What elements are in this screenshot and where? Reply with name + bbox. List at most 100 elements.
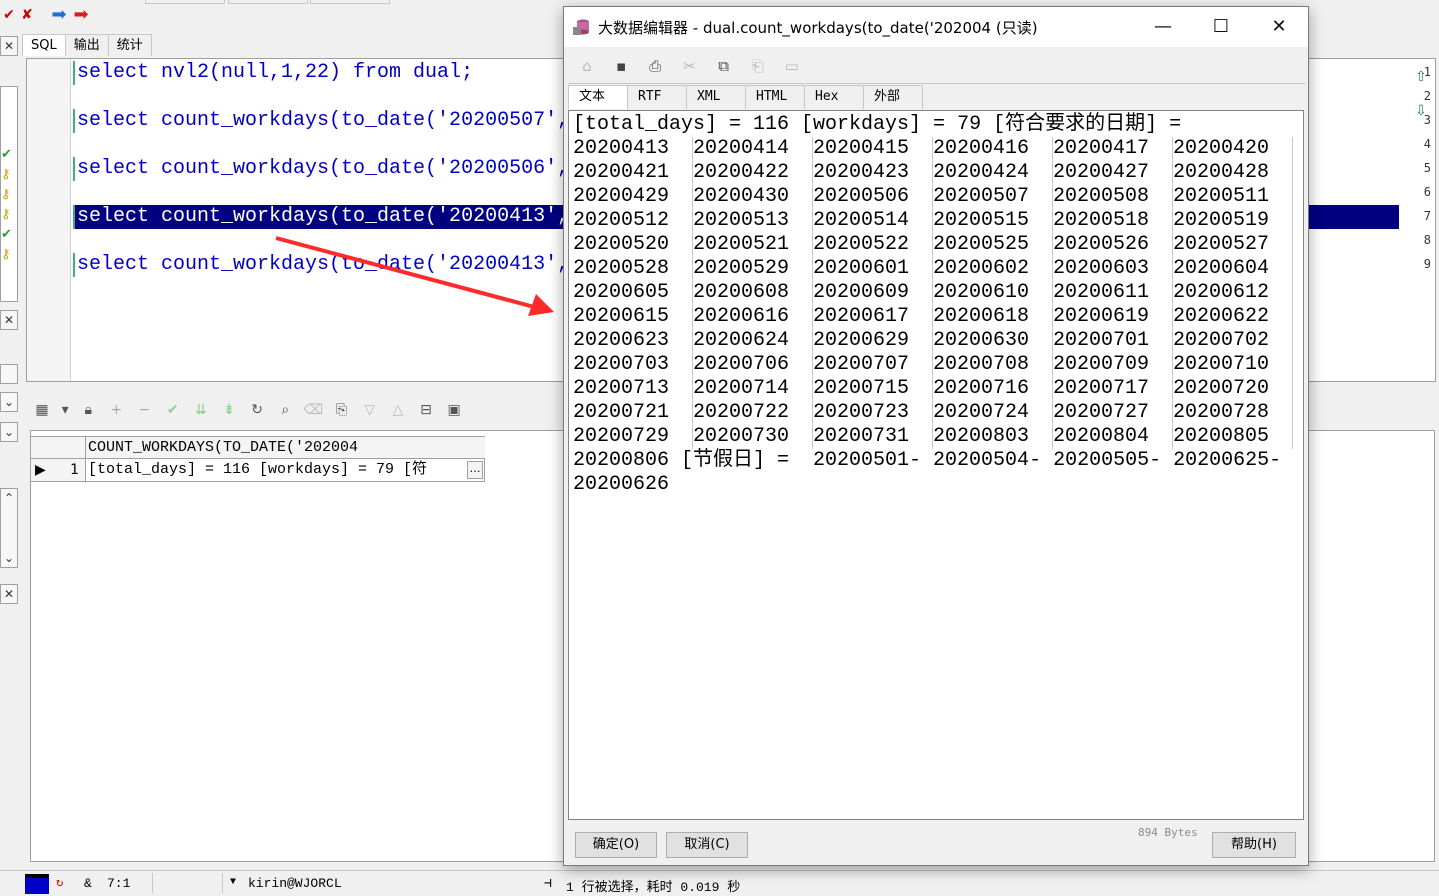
date-cell: 20200727	[1053, 401, 1173, 425]
table-cell[interactable]: [total_days] = 116 [workdays] = 79 [符	[85, 459, 485, 481]
arrow-down-icon[interactable]: ⇩	[1412, 102, 1430, 120]
date-cell: 20200612	[1173, 281, 1293, 305]
close-button[interactable]: ✕	[1250, 7, 1308, 47]
panel-button[interactable]	[0, 364, 18, 384]
date-cell: 20200720	[1173, 377, 1293, 401]
date-cell: 20200803	[933, 425, 1053, 449]
minimize-button[interactable]: —	[1134, 7, 1192, 47]
print-icon[interactable]: ⎙	[640, 53, 670, 79]
date-row: 20200615 20200616 20200617 20200618 20200619…	[573, 305, 1299, 329]
dialog-toolbar: ⌂ ▪ ⎙ ✂ ⧉ ⎗ ▭	[572, 53, 1302, 81]
check-icon[interactable]: ✔	[161, 398, 185, 422]
plus-icon[interactable]: +	[104, 398, 128, 422]
fetch-all-icon[interactable]: ⇟	[217, 398, 241, 422]
date-cell: 20200427	[1053, 161, 1173, 185]
text-line: 20200626	[573, 473, 670, 496]
fetch-next-icon[interactable]: ⇊	[189, 398, 213, 422]
chevron-down-icon[interactable]: ⌄	[4, 549, 14, 567]
date-cell: 20200713	[573, 377, 693, 401]
clear-icon[interactable]: ▭	[777, 53, 807, 79]
check-icon: ✔	[1, 227, 12, 242]
chevron-down-icon[interactable]: ⌄	[0, 392, 18, 412]
connection-dropdown-icon[interactable]: ▼	[230, 877, 236, 888]
date-cell: 20200723	[813, 401, 933, 425]
tab-stats[interactable]: 统计	[107, 34, 152, 56]
tab-text[interactable]: 文本	[568, 85, 628, 109]
row-indicator[interactable]: ▶ 1	[31, 459, 85, 481]
line-number: 4	[1423, 137, 1431, 151]
date-cell: 20200729	[573, 425, 693, 449]
export-icon[interactable]: ⎘	[330, 398, 354, 422]
chevron-down-icon[interactable]: ▾	[58, 398, 72, 422]
back-icon[interactable]: ➡	[72, 6, 90, 24]
paste-icon[interactable]: ⎗	[743, 53, 773, 79]
cancel-button[interactable]: 取消(C)	[666, 832, 748, 858]
minus-icon[interactable]: −	[133, 398, 157, 422]
cell-expand-button[interactable]: …	[467, 461, 483, 479]
close-icon[interactable]: ✕	[0, 584, 18, 604]
tab-xml[interactable]: XML	[686, 85, 746, 109]
close-icon[interactable]: ✕	[0, 36, 18, 56]
date-cell: 20200421	[573, 161, 693, 185]
dialog-tabs: 文本 RTF XML HTML Hex 外部	[568, 85, 923, 109]
status-bar: ↻ & 7:1 ▼ kirin@WJORCL ⊣ 1 行被选择，耗时 0.019…	[0, 870, 1439, 896]
cut-icon[interactable]: ✂	[674, 53, 704, 79]
results-grid[interactable]: COUNT_WORKDAYS(TO_DATE('202004 ▶ 1 [tota…	[30, 436, 485, 482]
triangle-down-icon[interactable]: ▽	[358, 398, 382, 422]
change-marker	[73, 157, 75, 181]
date-cell: 20200520	[573, 233, 693, 257]
chevron-down-icon[interactable]: ⌄	[0, 422, 18, 442]
close-icon[interactable]: ✕	[0, 310, 18, 330]
date-cell: 20200413	[573, 137, 693, 161]
copy-icon[interactable]: ⧉	[709, 53, 739, 79]
stop-icon[interactable]: ✘	[18, 6, 36, 24]
save-icon[interactable]: ▪	[606, 53, 636, 79]
forward-icon[interactable]: ➡	[50, 6, 68, 24]
chevron-up-icon[interactable]: ⌃	[4, 489, 14, 507]
help-button[interactable]: 帮助(H)	[1212, 832, 1296, 858]
column-header[interactable]: COUNT_WORKDAYS(TO_DATE('202004	[85, 437, 485, 459]
clear-icon[interactable]: ⌫	[301, 398, 325, 422]
tab-rtf[interactable]: RTF	[627, 85, 687, 109]
key-icon: ⚷	[1, 167, 11, 182]
find-icon[interactable]: ⌕	[273, 398, 297, 422]
triangle-up-icon[interactable]: △	[386, 398, 410, 422]
connection-name[interactable]: kirin@WJORCL	[248, 876, 342, 891]
refresh-icon[interactable]: ↻	[56, 875, 63, 890]
row-number: 1	[70, 462, 79, 478]
line-number: 7	[1423, 209, 1431, 223]
arrow-up-icon[interactable]: ⇧	[1412, 68, 1430, 86]
date-cell: 20200623	[573, 329, 693, 353]
maximize-button[interactable]: ☐	[1192, 7, 1250, 47]
date-cell: 20200622	[1173, 305, 1293, 329]
chart-icon[interactable]: ⊟	[414, 398, 438, 422]
ok-button[interactable]: 确定(O)	[575, 832, 657, 858]
date-cell: 20200519	[1173, 209, 1293, 233]
large-data-editor-dialog: 大数据编辑器 - dual.count_workdays(to_date('20…	[563, 6, 1309, 866]
pin-icon: ⊣	[544, 876, 552, 891]
status-message: 1 行被选择，耗时 0.019 秒	[566, 880, 741, 895]
tab-hex[interactable]: Hex	[804, 85, 864, 109]
tab-output[interactable]: 输出	[64, 34, 109, 56]
tab-sql[interactable]: SQL	[22, 34, 66, 56]
dialog-titlebar[interactable]: 大数据编辑器 - dual.count_workdays(to_date('20…	[564, 7, 1308, 47]
tab-external[interactable]: 外部	[863, 85, 923, 109]
lock-icon[interactable]: 🔒︎	[76, 398, 100, 422]
run-icon[interactable]: ✔	[0, 6, 18, 24]
toolbar-tab-stub	[310, 0, 390, 4]
check-icon: ✔	[1, 147, 12, 162]
refresh-icon[interactable]: ↻	[245, 398, 269, 422]
object-list[interactable]: ✔ ⚷ ⚷ ⚷ ✔ ⚷	[0, 86, 18, 302]
date-cell: 20200414	[693, 137, 813, 161]
scrollbar[interactable]: ⌃ ⌄	[0, 488, 18, 568]
date-cell: 20200710	[1173, 353, 1293, 377]
date-cell: 20200529	[693, 257, 813, 281]
tab-html[interactable]: HTML	[745, 85, 805, 109]
date-row: 20200729 20200730 20200731 20200803 20200804…	[573, 425, 1299, 449]
open-folder-icon[interactable]: ⌂	[572, 53, 602, 79]
date-cell: 20200605	[573, 281, 693, 305]
code-line-selected: select count_workdays(to_date('20200413'…	[77, 205, 570, 228]
text-content-area[interactable]: [total_days] = 116 [workdays] = 79 [符合要求…	[568, 110, 1304, 820]
save-icon[interactable]: ▣	[442, 398, 466, 422]
grid-icon[interactable]: ▦	[30, 398, 54, 422]
